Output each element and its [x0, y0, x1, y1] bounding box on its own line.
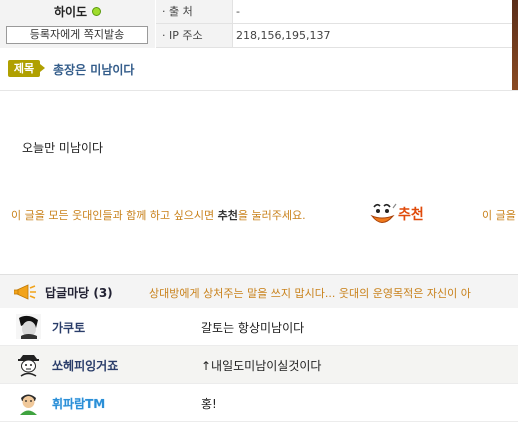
source-row: · 출 처 - — [156, 0, 518, 24]
ip-row: · IP 주소 218,156,195,137 — [156, 24, 518, 48]
post-title: 총장은 미남이다 — [53, 63, 135, 77]
author-info: 하이도 — [0, 0, 155, 22]
comment-text: 갈토는 항상미남이다 — [201, 321, 305, 335]
send-message-button[interactable]: 등록자에게 쪽지발송 — [6, 26, 148, 44]
recommend-button-label: 추천 — [398, 207, 424, 223]
comment-author[interactable]: 쏘헤피잉거죠 — [52, 357, 118, 374]
author-name[interactable]: 하이도 — [54, 3, 87, 20]
megaphone-icon — [14, 284, 36, 300]
comment-text: ↑내일도미남이실것이다 — [201, 359, 322, 373]
online-status-icon — [92, 6, 102, 16]
smiley-icon — [370, 203, 397, 223]
avatar — [20, 394, 37, 415]
source-value: - — [236, 5, 240, 18]
recommend-button[interactable]: 추천 — [368, 199, 440, 229]
comment-author[interactable]: 휘파람TM — [52, 395, 105, 412]
comments-header: 답글마당 (3) 상대방에게 상처주는 말을 쓰지 맙시다... 웃대의 운영목… — [0, 274, 518, 308]
comment-author[interactable]: 가쿠토 — [52, 319, 85, 336]
divider — [0, 90, 518, 91]
ip-value: 218,156,195,137 — [236, 29, 331, 42]
subject-badge: 제목 — [8, 60, 45, 77]
avatar — [18, 355, 39, 377]
post-info-table: · 출 처 - · IP 주소 218,156,195,137 — [156, 0, 518, 48]
recommend-prompt-before: 이 글을 모든 웃대인들과 함께 하고 싶으시면 — [11, 209, 218, 222]
comment-row: 휘파람TM 홍! — [0, 384, 518, 422]
comment-text: 홍! — [201, 397, 217, 411]
comments-notice: 상대방에게 상처주는 말을 쓰지 맙시다... 웃대의 운영목적은 자신이 아 — [149, 287, 471, 300]
recommend-prompt-repeat: 이 글을 — [482, 209, 516, 222]
ip-label: · IP 주소 — [156, 24, 233, 47]
comment-row: 쏘헤피잉거죠 ↑내일도미남이실것이다 — [0, 346, 518, 384]
recommend-prompt-after: 을 눌러주세요. — [237, 209, 306, 222]
recommend-prompt-bold: 추천 — [217, 209, 238, 222]
post-body: 오늘만 미남이다 — [22, 141, 104, 155]
side-image-strip — [512, 0, 518, 90]
comments-title: 답글마당 (3) — [45, 286, 113, 300]
source-label: · 출 처 — [156, 0, 233, 23]
avatar — [16, 314, 41, 339]
comment-row: 가쿠토 갈토는 항상미남이다 — [0, 308, 518, 346]
recommend-prompt: 이 글을 모든 웃대인들과 함께 하고 싶으시면 추천을 눌러주세요. — [11, 207, 306, 223]
